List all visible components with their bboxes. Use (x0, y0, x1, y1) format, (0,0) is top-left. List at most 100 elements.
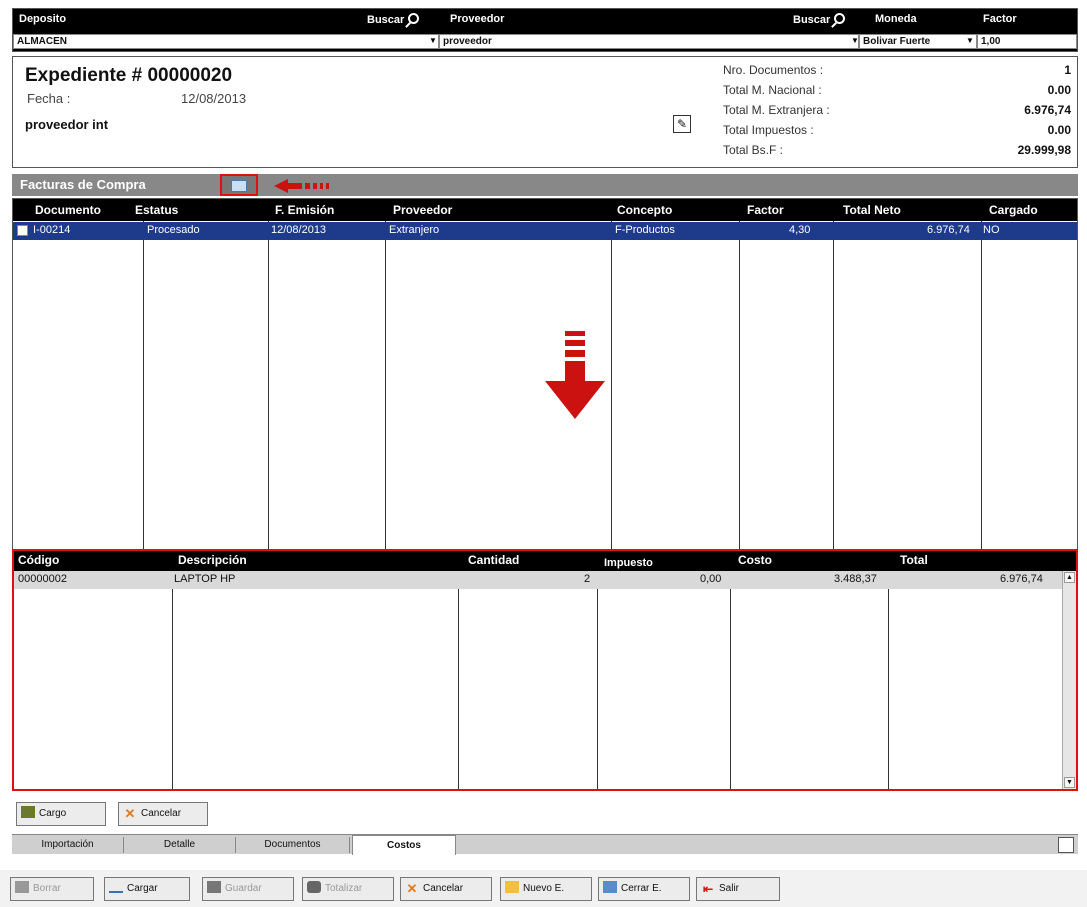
column-header[interactable]: Código (18, 553, 59, 567)
table-row[interactable]: I-00214 Procesado 12/08/2013 Extranjero … (13, 222, 1077, 240)
tab-costos[interactable]: Costos (352, 835, 456, 855)
deposito-field[interactable]: ALMACEN (13, 34, 439, 49)
edit-button[interactable]: ✎ (673, 115, 691, 133)
column-header[interactable]: Concepto (617, 203, 672, 217)
header-bar: Deposito Buscar Proveedor Buscar Moneda … (12, 8, 1078, 52)
list-icon[interactable] (1058, 837, 1074, 853)
tab-detalle[interactable]: Detalle (124, 837, 236, 853)
proveedor-field[interactable]: proveedor (439, 34, 859, 49)
expediente-panel: Expediente # 00000020 Fecha : 12/08/2013… (12, 56, 1078, 168)
deposito-label: Deposito (19, 13, 67, 25)
cell-fecha: 12/08/2013 (271, 224, 327, 236)
factor-field[interactable]: 1,00 (977, 34, 1077, 49)
proveedor-name: proveedor int (25, 117, 109, 132)
cancelar-toolbar-button[interactable]: ✕ Cancelar (400, 877, 492, 901)
buscar-deposito-button[interactable]: Buscar (367, 13, 420, 26)
cancelar-button[interactable]: ✕ Cancelar (118, 802, 208, 826)
factor-label: Factor (983, 13, 1017, 25)
column-header[interactable]: Costo (738, 553, 772, 567)
borrar-button[interactable]: Borrar (10, 877, 94, 901)
arrow-down-icon (545, 331, 605, 419)
table-row[interactable]: 00000002 LAPTOP HP 2 0,00 3.488,37 6.976… (14, 571, 1076, 589)
tab-documentos[interactable]: Documentos (236, 837, 350, 853)
cerrar-e-button[interactable]: Cerrar E. (598, 877, 690, 901)
column-header[interactable]: Total Neto (843, 203, 901, 217)
calculator-icon (307, 881, 321, 893)
cell-proveedor: Extranjero (389, 224, 440, 236)
cart-icon (21, 806, 35, 818)
cell-documento: I-00214 (33, 224, 71, 236)
borrar-label: Borrar (33, 883, 61, 894)
page-title: Expediente # 00000020 (25, 65, 233, 86)
cell-factor: 4,30 (789, 224, 811, 236)
column-header[interactable]: Proveedor (393, 203, 452, 217)
total-label: Total Bs.F : (723, 143, 784, 157)
main-toolbar: Borrar Cargar Guardar Totalizar ✕ Cancela… (0, 870, 1087, 907)
column-header[interactable]: Cantidad (468, 553, 519, 567)
facturas-title: Facturas de Compra (20, 177, 146, 192)
chevron-down-icon[interactable]: ▼ (429, 36, 437, 45)
pencil-icon: ✎ (676, 117, 688, 131)
total-value: 0.00 (1047, 83, 1071, 97)
buscar-proveedor-button[interactable]: Buscar (793, 13, 846, 26)
column-header[interactable]: F. Emisión (275, 203, 334, 217)
column-header[interactable]: Estatus (135, 203, 178, 217)
column-header[interactable]: Cargado (989, 203, 1038, 217)
cell-cantidad: 2 (584, 573, 591, 585)
close-icon: ✕ (406, 881, 418, 896)
divider (833, 221, 834, 551)
folder-icon (505, 881, 519, 893)
nuevo-e-button[interactable]: Nuevo E. (500, 877, 592, 901)
trash-icon (15, 881, 29, 893)
divider (268, 221, 269, 551)
chevron-down-icon[interactable]: ▼ (851, 36, 859, 45)
total-value: 29.999,98 (1017, 143, 1071, 157)
add-factura-button[interactable] (220, 174, 258, 196)
column-header[interactable]: Factor (747, 203, 784, 217)
totalizar-button[interactable]: Totalizar (302, 877, 394, 901)
column-header[interactable]: Total (900, 553, 928, 567)
moneda-label: Moneda (875, 13, 917, 25)
total-label: Total M. Nacional : (723, 83, 822, 97)
tab-importacion[interactable]: Importación (12, 837, 124, 853)
cancelar-toolbar-label: Cancelar (423, 883, 464, 894)
cell-impuesto: 0,00 (700, 573, 722, 585)
cargar-button[interactable]: Cargar (104, 877, 190, 901)
exit-icon: ⇤ (702, 882, 714, 896)
divider (385, 221, 386, 551)
guardar-button[interactable]: Guardar (202, 877, 294, 901)
search-icon (408, 13, 420, 24)
cell-cargado: NO (983, 224, 1000, 236)
cerrar-e-label: Cerrar E. (621, 883, 662, 894)
table-header: Documento Estatus F. Emisión Proveedor C… (13, 199, 1077, 221)
detalle-table: Código Descripción Cantidad Impuesto Cos… (12, 549, 1078, 791)
save-icon (207, 881, 221, 893)
cargo-button[interactable]: Cargo (16, 802, 106, 826)
chevron-down-icon[interactable]: ▼ (966, 36, 974, 45)
table-header: Código Descripción Cantidad Impuesto Cos… (14, 551, 1076, 571)
vertical-scrollbar[interactable]: ▲ ▼ (1062, 571, 1076, 789)
buscar-deposito-label: Buscar (367, 14, 405, 26)
row-checkbox[interactable] (17, 225, 28, 236)
cell-estatus: Procesado (147, 224, 200, 236)
salir-button[interactable]: ⇤ Salir (696, 877, 780, 901)
column-header[interactable]: Descripción (178, 553, 247, 567)
total-value: 0.00 (1047, 123, 1071, 137)
scroll-down-icon[interactable]: ▼ (1064, 777, 1075, 788)
total-label: Nro. Documentos : (723, 63, 824, 77)
column-header[interactable]: Documento (35, 203, 101, 217)
guardar-label: Guardar (225, 883, 262, 894)
scroll-up-icon[interactable]: ▲ (1064, 572, 1075, 583)
moneda-select[interactable]: Bolivar Fuerte (859, 34, 977, 49)
column-header[interactable]: Impuesto (604, 557, 653, 569)
total-value: 6.976,74 (1024, 103, 1071, 117)
divider (888, 571, 889, 789)
divider (730, 571, 731, 789)
divider (458, 571, 459, 789)
fecha-value: 12/08/2013 (181, 91, 247, 106)
arrow-left-icon (274, 179, 329, 193)
cell-costo: 3.488,37 (834, 573, 877, 585)
divider (597, 571, 598, 789)
table-icon (231, 180, 247, 192)
totalizar-label: Totalizar (325, 883, 363, 894)
